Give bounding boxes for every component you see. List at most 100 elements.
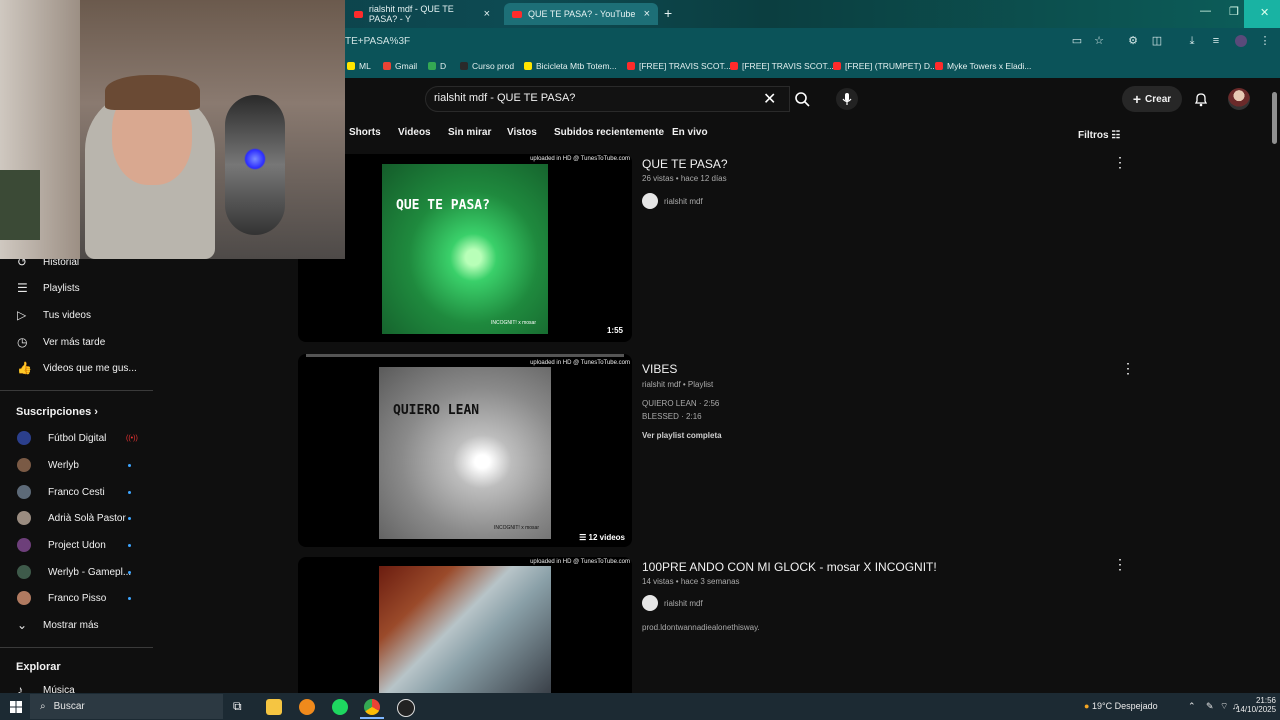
pen-icon[interactable]: ✎ <box>1206 701 1214 712</box>
tab-2[interactable]: QUE TE PASA? - YouTube × <box>504 3 658 25</box>
view-full-playlist-link[interactable]: Ver playlist completa <box>642 431 722 440</box>
taskbar-search[interactable]: ⌕ Buscar <box>30 694 223 719</box>
tab-1[interactable]: rialshit mdf - QUE TE PASA? - Y × <box>346 3 498 25</box>
cover-art: QUIERO LEAN INCOGNIT! x mosar <box>379 367 551 539</box>
scrollbar-thumb[interactable] <box>1272 92 1277 144</box>
extension-icon[interactable]: ⚙ <box>1127 35 1139 47</box>
spotify-icon[interactable] <box>332 699 348 715</box>
chrome-icon[interactable] <box>364 699 380 715</box>
subscription-futbol-digital[interactable]: Fútbol Digital ((•)) <box>0 426 155 450</box>
bookmark-gmail[interactable]: Gmail <box>383 61 417 71</box>
weather-widget[interactable]: ● 19°C Despejado <box>1084 701 1158 711</box>
search-button[interactable] <box>790 86 814 112</box>
cast-icon[interactable]: ▭ <box>1071 35 1083 47</box>
show-more-button[interactable]: ⌄ Mostrar más <box>0 613 155 637</box>
liked-videos-icon: 👍 <box>17 361 32 375</box>
more-options-icon[interactable]: ⋮ <box>1113 155 1127 169</box>
subscriptions-heading[interactable]: Suscripciones › <box>16 406 98 418</box>
task-view-icon[interactable]: ⧉ <box>233 699 249 715</box>
tray-chevron-icon[interactable]: ⌃ <box>1188 701 1196 712</box>
playlist-title[interactable]: VIBES <box>642 362 677 376</box>
avatar[interactable] <box>1228 88 1250 110</box>
network-icon[interactable]: ⌔ <box>1220 701 1228 712</box>
file-explorer-icon[interactable] <box>266 699 282 715</box>
playlist-item-1[interactable]: QUIERO LEAN · 2:56 <box>642 399 719 408</box>
more-options-icon[interactable]: ⋮ <box>1113 557 1127 571</box>
obs-icon[interactable] <box>397 699 415 717</box>
windows-icon <box>10 701 22 713</box>
create-button[interactable]: + Crear <box>1122 86 1182 112</box>
channel-link[interactable]: rialshit mdf <box>642 595 703 611</box>
subscription-werlyb[interactable]: Werlyb <box>0 453 155 477</box>
sidebar-item-liked[interactable]: 👍 Videos que me gus... <box>0 356 155 380</box>
filters-button[interactable]: Filtros ☷ <box>1078 130 1120 141</box>
minimize-icon[interactable]: — <box>1200 5 1211 17</box>
bookmark-travis-2[interactable]: [FREE] TRAVIS SCOT... <box>730 61 834 71</box>
video-title[interactable]: QUE TE PASA? <box>642 157 728 171</box>
subscription-werlyb-gameplay[interactable]: Werlyb - Gamepl... <box>0 560 155 584</box>
chip-shorts[interactable]: Shorts <box>349 127 381 145</box>
clock-time: 21:56 <box>1255 696 1276 705</box>
download-icon[interactable]: ⤓ <box>1186 35 1198 47</box>
notifications-button[interactable] <box>1192 90 1210 108</box>
duration-badge: 1:55 <box>603 325 626 336</box>
watermark-text: uploaded in HD @ TunesToTube.com <box>530 559 630 565</box>
fl-studio-icon[interactable] <box>299 699 315 715</box>
watermark-text: uploaded in HD @ TunesToTube.com <box>530 156 630 162</box>
youtube-icon <box>354 10 363 18</box>
cover-subtitle: INCOGNIT! x mosar <box>490 320 536 326</box>
subscription-adria-sola-pastor[interactable]: Adrià Solà Pastor <box>0 506 155 530</box>
bookmark-star-icon[interactable]: ☆ <box>1093 35 1105 47</box>
bookmark-ml[interactable]: ML <box>347 61 371 71</box>
subscription-franco-cesti[interactable]: Franco Cesti <box>0 480 155 504</box>
chip-en-vivo[interactable]: En vivo <box>672 127 708 145</box>
video-thumbnail[interactable]: uploaded in HD @ TunesToTube.com <box>298 557 632 693</box>
cover-title: QUIERO LEAN <box>393 403 480 418</box>
chip-videos[interactable]: Videos <box>398 127 431 145</box>
video-description: prod.ldontwannadiealonethisway. <box>642 623 760 632</box>
bookmark-myke-towers[interactable]: Myke Towers x Eladi... <box>935 61 1031 71</box>
avatar <box>17 458 31 472</box>
video-title[interactable]: 100PRE ANDO CON MI GLOCK - mosar X INCOG… <box>642 560 937 574</box>
close-tab-icon[interactable]: × <box>484 8 490 20</box>
chip-vistos[interactable]: Vistos <box>507 127 537 145</box>
tab-1-title: rialshit mdf - QUE TE PASA? - Y <box>368 4 454 24</box>
video-thumbnail[interactable]: QUE TE PASA? INCOGNIT! x mosar uploaded … <box>298 154 632 342</box>
puzzle-icon[interactable]: ◫ <box>1151 35 1163 47</box>
clear-search-icon[interactable]: ✕ <box>763 89 776 109</box>
sidebar-item-playlists[interactable]: ☰ Playlists <box>0 276 155 300</box>
sidebar-item-ver-mas-tarde[interactable]: ◷ Ver más tarde <box>0 330 155 354</box>
chip-subidos-recientemente[interactable]: Subidos recientemente <box>554 127 664 145</box>
subscription-franco-pisso[interactable]: Franco Pisso <box>0 586 155 610</box>
subscription-project-udon[interactable]: Project Udon <box>0 533 155 557</box>
cover-art <box>379 566 551 693</box>
live-icon: ((•)) <box>126 434 138 442</box>
drive-icon <box>428 62 436 70</box>
bookmark-drive[interactable]: D <box>428 61 446 71</box>
bookmark-trumpet[interactable]: [FREE] (TRUMPET) D... <box>833 61 937 71</box>
restore-icon[interactable]: ❐ <box>1229 5 1239 18</box>
sidebar-item-tus-videos[interactable]: ▷ Tus videos <box>0 303 155 327</box>
clock[interactable]: 21:56 14/10/2025 <box>1236 696 1276 714</box>
playlist-thumbnail[interactable]: QUIERO LEAN INCOGNIT! x mosar uploaded i… <box>298 354 632 547</box>
bookmark-travis-1[interactable]: [FREE] TRAVIS SCOT... <box>627 61 731 71</box>
new-tab-button[interactable]: + <box>664 5 672 21</box>
chip-sin-mirar[interactable]: Sin mirar <box>448 127 491 145</box>
close-window-icon[interactable]: ✕ <box>1260 6 1269 19</box>
close-tab-icon[interactable]: × <box>644 8 650 20</box>
playlist-item-2[interactable]: BLESSED · 2:16 <box>642 412 702 421</box>
channel-avatar <box>642 193 658 209</box>
channel-link[interactable]: rialshit mdf <box>642 193 703 209</box>
playlist-icon: ☰ <box>579 533 589 542</box>
menu-kebab-icon[interactable]: ⋮ <box>1259 35 1271 47</box>
bookmark-curso-prod[interactable]: Curso prod <box>460 61 514 71</box>
profile-icon[interactable] <box>1235 35 1247 47</box>
bookmark-bicicleta[interactable]: Bicicleta Mtb Totem... <box>524 61 617 71</box>
tab-2-title: QUE TE PASA? - YouTube <box>528 9 636 19</box>
windows-start-button[interactable] <box>10 700 22 713</box>
media-control-icon[interactable]: ≡ <box>1210 35 1222 47</box>
mic-light <box>244 148 266 170</box>
address-field[interactable]: TE+PASA%3F <box>345 36 410 47</box>
voice-search-button[interactable] <box>836 88 858 110</box>
more-options-icon[interactable]: ⋮ <box>1121 361 1135 375</box>
